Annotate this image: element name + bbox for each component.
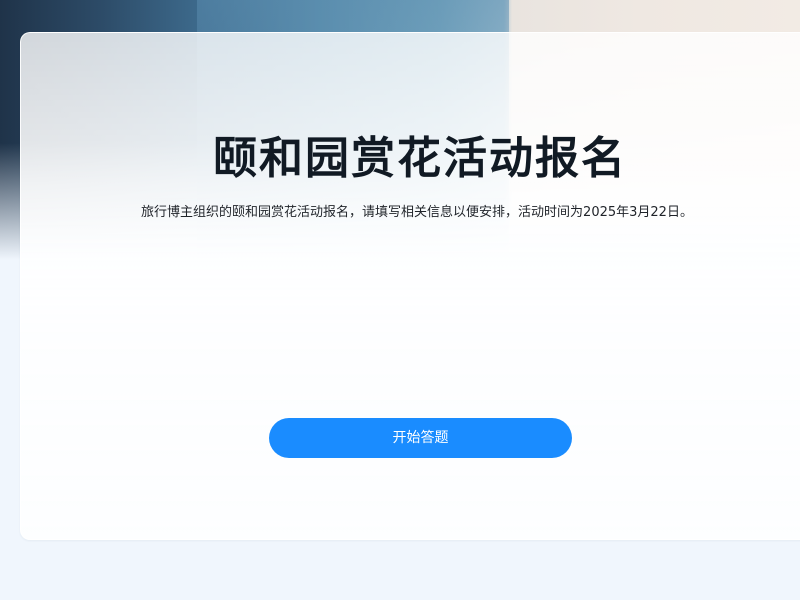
form-title: 颐和园赏花活动报名: [213, 133, 627, 184]
form-cover-card: [20, 32, 800, 540]
start-answering-button[interactable]: 开始答题: [269, 418, 572, 458]
form-description: 旅行博主组织的颐和园赏花活动报名，请填写相关信息以便安排，活动时间为2025年3…: [141, 205, 693, 220]
